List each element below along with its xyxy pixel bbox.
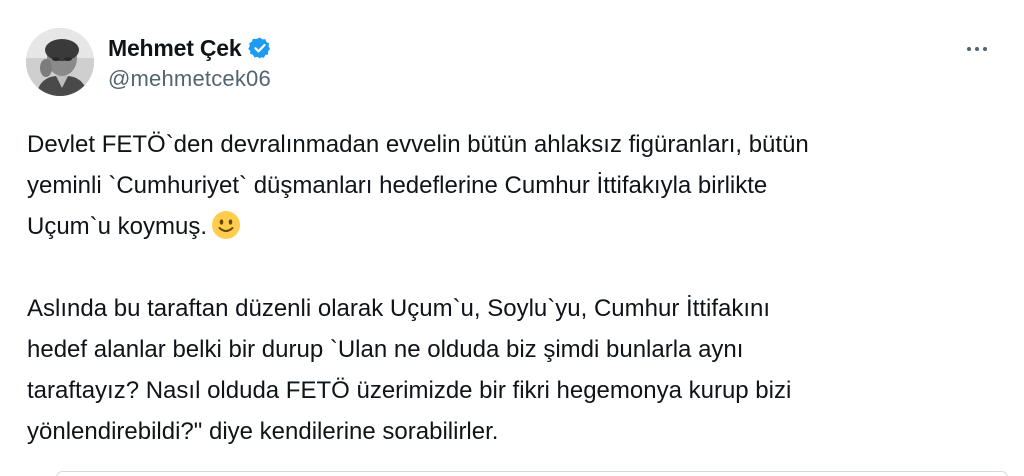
author-display-name[interactable]: Mehmet Çek [108,35,242,62]
tweet-paragraph-2: Aslında bu taraftan düzenli olarak Uçum`… [27,288,987,452]
tweet-text: Devlet FETÖ`den devralınmadan evvelin bü… [27,124,987,452]
embedded-media-card-edge[interactable] [56,471,1008,476]
tweet-line: Aslında bu taraftan düzenli olarak Uçum`… [27,295,771,322]
tweet-line: yeminli `Cumhuriyet` düşmanları hedefler… [27,172,768,199]
tweet-paragraph-1: Devlet FETÖ`den devralınmadan evvelin bü… [27,124,987,247]
tweet-line: yönlendirebildi?" diye kendilerine sorab… [27,418,499,445]
tweet-card: Mehmet Çek @mehmetcek06 Devlet FETÖ`den … [0,0,1024,476]
ellipsis-icon-dot [983,47,987,51]
author-handle[interactable]: @mehmetcek06 [108,66,272,92]
author-names: Mehmet Çek @mehmetcek06 [108,32,272,92]
ellipsis-icon-dot [975,47,979,51]
slightly-smiling-face-emoji-icon [211,210,241,240]
tweet-line-text: Uçum`u koymuş. [27,213,208,240]
tweet-line: hedef alanlar belki bir durup `Ulan ne o… [27,336,744,363]
tweet-line: Devlet FETÖ`den devralınmadan evvelin bü… [27,131,809,158]
verified-badge-icon [247,36,272,60]
tweet-header: Mehmet Çek @mehmetcek06 [26,28,994,100]
tweet-line-with-emoji: Uçum`u koymuş. [27,206,987,247]
more-options-button[interactable] [960,38,994,60]
avatar[interactable] [26,28,94,96]
name-row: Mehmet Çek [108,32,272,64]
profile-photo-icon [26,28,94,96]
ellipsis-icon-dot [967,47,971,51]
tweet-line: taraftayız? Nasıl olduda FETÖ üzerimizde… [27,377,792,404]
